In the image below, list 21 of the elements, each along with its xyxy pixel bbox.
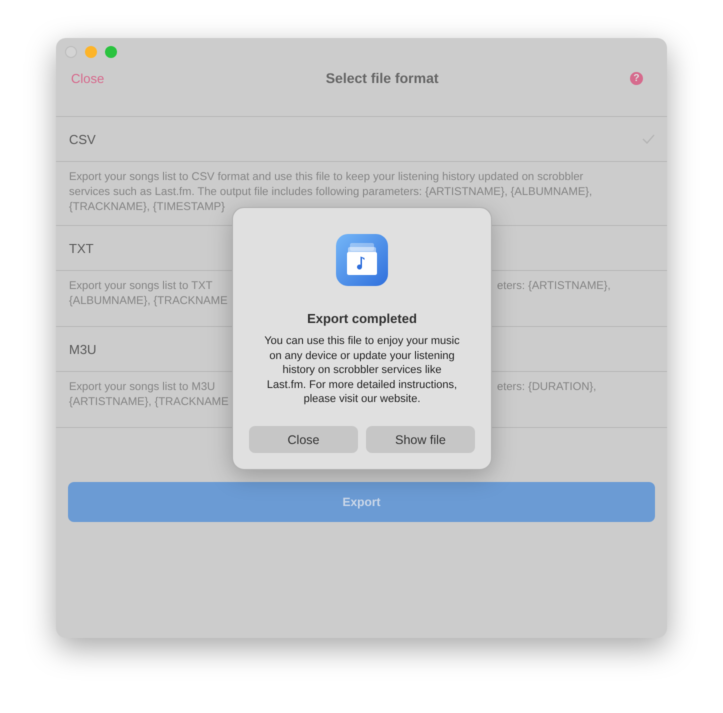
close-window-icon[interactable] <box>65 46 77 58</box>
format-description: services such as Last.fm. The output file includes following parameters: {ARTISTNAME}, {ALBUMNAME}, <box>69 185 592 200</box>
help-icon[interactable]: ? <box>630 72 643 84</box>
format-option[interactable]: CSV <box>56 117 667 162</box>
checkmark-icon <box>642 134 655 144</box>
format-description: eters: {DURATION}, <box>496 380 596 395</box>
zoom-window-icon[interactable] <box>105 46 117 58</box>
dialog-title: Export completed <box>307 311 417 326</box>
format-description: Export your songs list to CSV format and use this file to keep your listening history updated on scrobbler <box>69 170 584 185</box>
dialog-message: You can use this file to enjoy your music on any device or update your listening history on scrobbler services like Last.fm. For more detailed instructions, please visit our website. <box>264 334 460 406</box>
window-title: Select file format <box>326 70 439 86</box>
show-file-button[interactable]: Show file <box>366 426 475 453</box>
close-button[interactable]: Close <box>249 426 358 453</box>
format-description: Export your songs list to TXT <box>69 279 212 294</box>
format-description: {ALBUMNAME}, {TRACKNAME <box>69 294 228 309</box>
format-description: {TRACKNAME}, {TIMESTAMP} <box>69 200 225 215</box>
format-description: Export your songs list to M3U <box>69 380 216 395</box>
format-description: eters: {ARTISTNAME}, <box>496 279 611 294</box>
format-description: {ARTISTNAME}, {TRACKNAME <box>69 395 229 410</box>
minimize-window-icon[interactable] <box>85 46 97 58</box>
music-file-icon <box>335 233 389 287</box>
